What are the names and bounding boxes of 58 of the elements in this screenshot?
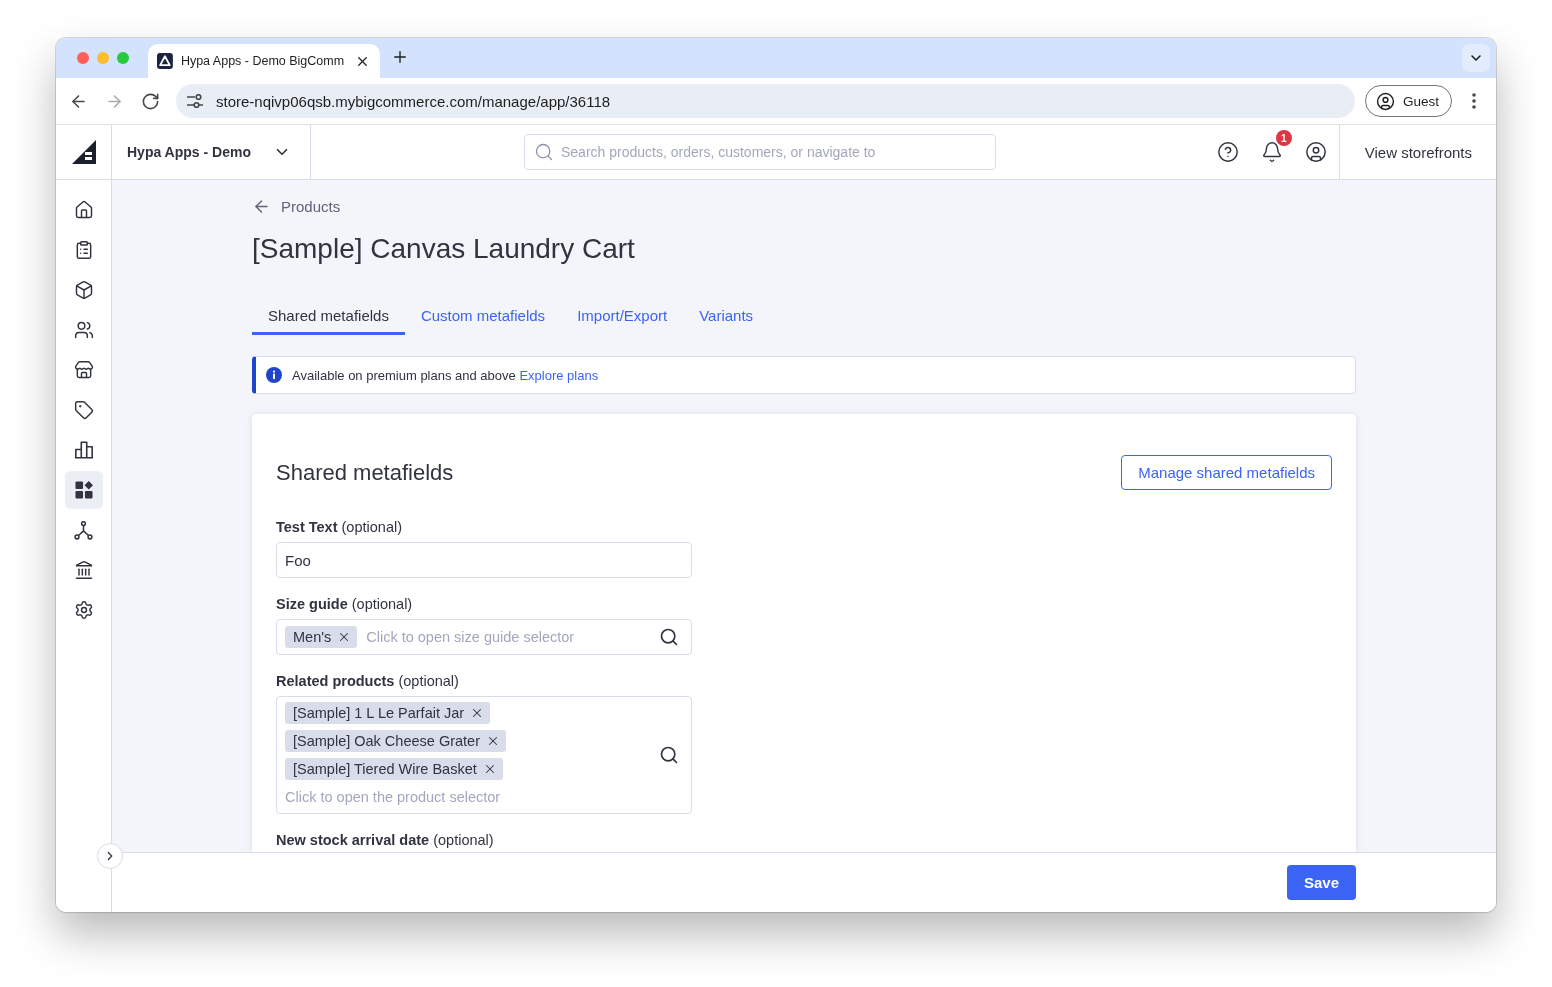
page-title: [Sample] Canvas Laundry Cart xyxy=(252,232,636,266)
info-icon xyxy=(266,367,282,383)
tab[interactable]: Shared metafields xyxy=(252,299,405,335)
triangle-logo-icon xyxy=(71,140,96,164)
tab-list-button[interactable] xyxy=(1462,44,1490,72)
tab[interactable]: Import/Export xyxy=(561,299,684,335)
field-label: Test Text (optional) xyxy=(276,518,402,537)
search-icon xyxy=(659,745,679,765)
close-icon xyxy=(486,734,500,748)
tag-label: Men's xyxy=(293,629,332,645)
house-icon xyxy=(73,200,94,220)
profile-button[interactable]: Guest xyxy=(1364,85,1452,117)
card-title: Shared metafields xyxy=(276,459,454,486)
address-bar[interactable]: store-nqivp06qsb.mybigcommerce.com/manage/app/36118 xyxy=(176,84,1355,118)
tab[interactable]: Variants xyxy=(683,299,770,335)
sidebar-item[interactable] xyxy=(64,471,103,509)
search-icon xyxy=(659,627,679,647)
tag-label: [Sample] Oak Cheese Grater xyxy=(293,733,480,749)
nodes-icon xyxy=(74,520,93,540)
field-label: New stock arrival date (optional) xyxy=(276,831,494,850)
tag-picker-field[interactable]: Men's Click to open size guide selector xyxy=(276,619,692,655)
bar-chart-icon xyxy=(73,440,94,460)
url-text: store-nqivp06qsb.mybigcommerce.com/manage/app/36118 xyxy=(216,92,611,110)
triangle-icon xyxy=(157,53,173,69)
user-circle-icon xyxy=(1304,141,1327,163)
bank-icon xyxy=(73,560,94,580)
tag-label: [Sample] 1 L Le Parfait Jar xyxy=(293,705,465,721)
tag-picker-field[interactable]: [Sample] 1 L Le Parfait Jar [Sample] Oak Cheese Grater [Sample] Tiered Wire Basket Click to open the product selector xyxy=(276,696,692,814)
user-circle-icon xyxy=(1375,91,1395,111)
tab-title: Hypa Apps - Demo BigComm xyxy=(180,54,345,68)
picker-input[interactable]: Click to open the product selector xyxy=(285,787,585,807)
store-icon xyxy=(73,360,94,380)
tag-label: [Sample] Tiered Wire Basket xyxy=(293,761,477,777)
manage-button[interactable]: Manage shared metafields xyxy=(1121,455,1332,490)
grid-icon xyxy=(74,481,93,499)
text-input[interactable]: Foo xyxy=(276,542,692,578)
reload-icon xyxy=(140,91,160,111)
back-link[interactable]: Products xyxy=(252,196,341,216)
remove-tag-button[interactable] xyxy=(486,734,500,748)
cube-icon xyxy=(73,280,94,300)
save-button[interactable]: Save xyxy=(1286,865,1356,900)
people-icon xyxy=(73,320,94,340)
banner-message: Available on premium plans and above Explore plans xyxy=(292,367,599,383)
sliders-icon xyxy=(186,93,204,109)
tag-icon xyxy=(73,400,94,420)
picker-input[interactable]: Click to open size guide selector xyxy=(366,629,650,645)
help-icon xyxy=(1216,141,1239,163)
bell-icon xyxy=(1260,141,1283,163)
settings-icon xyxy=(73,600,94,620)
notification-badge: 1 xyxy=(1275,130,1292,146)
field-label: Related products (optional) xyxy=(276,672,459,691)
search-field[interactable]: Search products, orders, customers, or navigate to xyxy=(524,134,996,170)
more-icon xyxy=(1472,93,1476,109)
search-icon xyxy=(534,142,554,162)
field-label: Size guide (optional) xyxy=(276,595,413,614)
tab[interactable]: Custom metafields xyxy=(404,299,562,335)
browser-tab[interactable]: Hypa Apps - Demo BigComm xyxy=(148,44,380,78)
explore-plans-link[interactable]: Explore plans xyxy=(519,367,599,383)
